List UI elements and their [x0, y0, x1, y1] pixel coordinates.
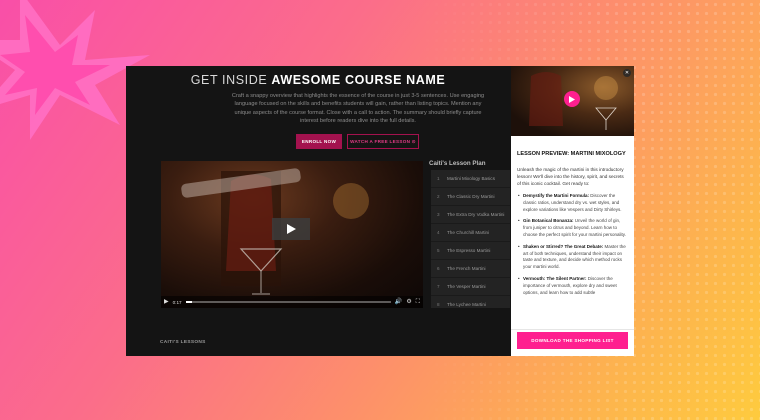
lesson-plan-title: Caiti's Lesson Plan [429, 160, 486, 167]
preview-bullet: Gin Botanical Bonanza: Unveil the world … [518, 218, 628, 238]
lesson-title: The Vesper Martini [447, 284, 486, 289]
settings-icon[interactable]: ⚙ [406, 299, 411, 305]
preview-bullet-title: Demystify the Martini Formula: [523, 193, 590, 198]
preview-bullet-list: Demystify the Martini Formula: Discover … [517, 193, 628, 296]
video-time: 0:17 [172, 299, 182, 305]
preview-intro: Unleash the magic of the martini in this… [517, 167, 624, 186]
lesson-number: 4 [437, 230, 440, 235]
fullscreen-icon[interactable]: ⛶ [416, 299, 420, 305]
play-icon [286, 224, 296, 234]
play-icon [569, 95, 575, 103]
lesson-plan-list: 1 Martini Mixology Basics 2 The Classic Dry… [431, 170, 510, 308]
download-shopping-list-button[interactable]: DOWNLOAD THE SHOPPING LIST [517, 332, 628, 349]
lessons-section-label: CAITI'S LESSONS [160, 340, 206, 345]
lesson-title: The French Martini [447, 266, 486, 271]
lesson-title: The Espresso Martini [447, 248, 491, 253]
preview-bullet-title: Vermouth: The Silent Partner: [523, 275, 587, 281]
lesson-title: The Lychee Martini [447, 302, 486, 307]
volume-icon[interactable]: 🔊 [395, 299, 402, 305]
lesson-number: 5 [437, 248, 440, 253]
panel-divider [511, 329, 634, 330]
lesson-number: 3 [437, 212, 440, 217]
course-page-window: GET INSIDE AWESOME COURSE NAME Craft a s… [126, 66, 634, 356]
course-name: AWESOME COURSE NAME [271, 73, 446, 87]
preview-content: LESSON PREVIEW: MARTINI MIXOLOGY Unleash… [517, 151, 628, 327]
preview-bullet: Shaken or Stirred? The Great Debate: Mas… [518, 243, 628, 271]
course-main-area: GET INSIDE AWESOME COURSE NAME Craft a s… [126, 66, 510, 356]
lesson-plan-item[interactable]: 4 The Churchill Martini [431, 224, 510, 242]
lesson-plan-item[interactable]: 7 The Vesper Martini [431, 278, 510, 296]
lesson-plan-item[interactable]: 6 The French Martini [431, 260, 510, 278]
lesson-plan-item[interactable]: 8 The Lychee Martini [431, 296, 510, 308]
video-progress-bar[interactable] [185, 301, 391, 303]
enroll-now-button[interactable]: ENROLL NOW [296, 134, 342, 149]
lesson-plan-item[interactable]: 3 The Extra Dry Vodka Martini [431, 206, 510, 224]
lesson-title: The Extra Dry Vodka Martini [447, 212, 505, 217]
lesson-preview-panel: ✕ LESSON PREVIEW: MARTINI MIXOLOGY Unlea… [511, 66, 634, 356]
preview-video[interactable]: ✕ [511, 66, 634, 136]
close-icon[interactable]: ✕ [623, 69, 631, 77]
lesson-number: 7 [437, 284, 440, 289]
lesson-number: 8 [437, 302, 440, 307]
play-icon[interactable]: ▶ [164, 299, 169, 305]
video-controls: ▶ 0:17 🔊 ⚙ ⛶ [161, 296, 423, 308]
lesson-number: 1 [437, 176, 440, 181]
lesson-plan-item[interactable]: 2 The Classic Dry Martini [431, 188, 510, 206]
video-player[interactable]: ▶ 0:17 🔊 ⚙ ⛶ [161, 161, 423, 308]
preview-bullet: Demystify the Martini Formula: Discover … [518, 193, 628, 213]
lesson-title: Martini Mixology Basics [447, 176, 495, 181]
preview-bullet-title: Gin Botanical Bonanza: [523, 218, 574, 224]
preview-heading: LESSON PREVIEW: MARTINI MIXOLOGY [517, 151, 626, 157]
lesson-number: 6 [437, 266, 440, 271]
lesson-plan-item[interactable]: 5 The Espresso Martini [431, 242, 510, 260]
course-description: Craft a snappy overview that highlights … [231, 93, 485, 125]
video-progress-fill [185, 301, 192, 303]
lesson-title: The Churchill Martini [447, 230, 490, 235]
preview-bullet: Vermouth: The Silent Partner: Discover t… [518, 275, 628, 296]
lesson-plan-item[interactable]: 1 Martini Mixology Basics [431, 170, 510, 188]
page-title: GET INSIDE AWESOME COURSE NAME [190, 73, 446, 87]
video-play-button[interactable] [272, 218, 310, 240]
lesson-number: 2 [437, 194, 440, 199]
preview-bullet-title: Shaken or Stirred? The Great Debate: [523, 243, 604, 249]
preview-play-button[interactable] [564, 91, 580, 107]
lesson-title: The Classic Dry Martini [447, 194, 495, 199]
watch-free-lesson-button[interactable]: WATCH A FREE LESSON ⊙ [347, 134, 419, 149]
